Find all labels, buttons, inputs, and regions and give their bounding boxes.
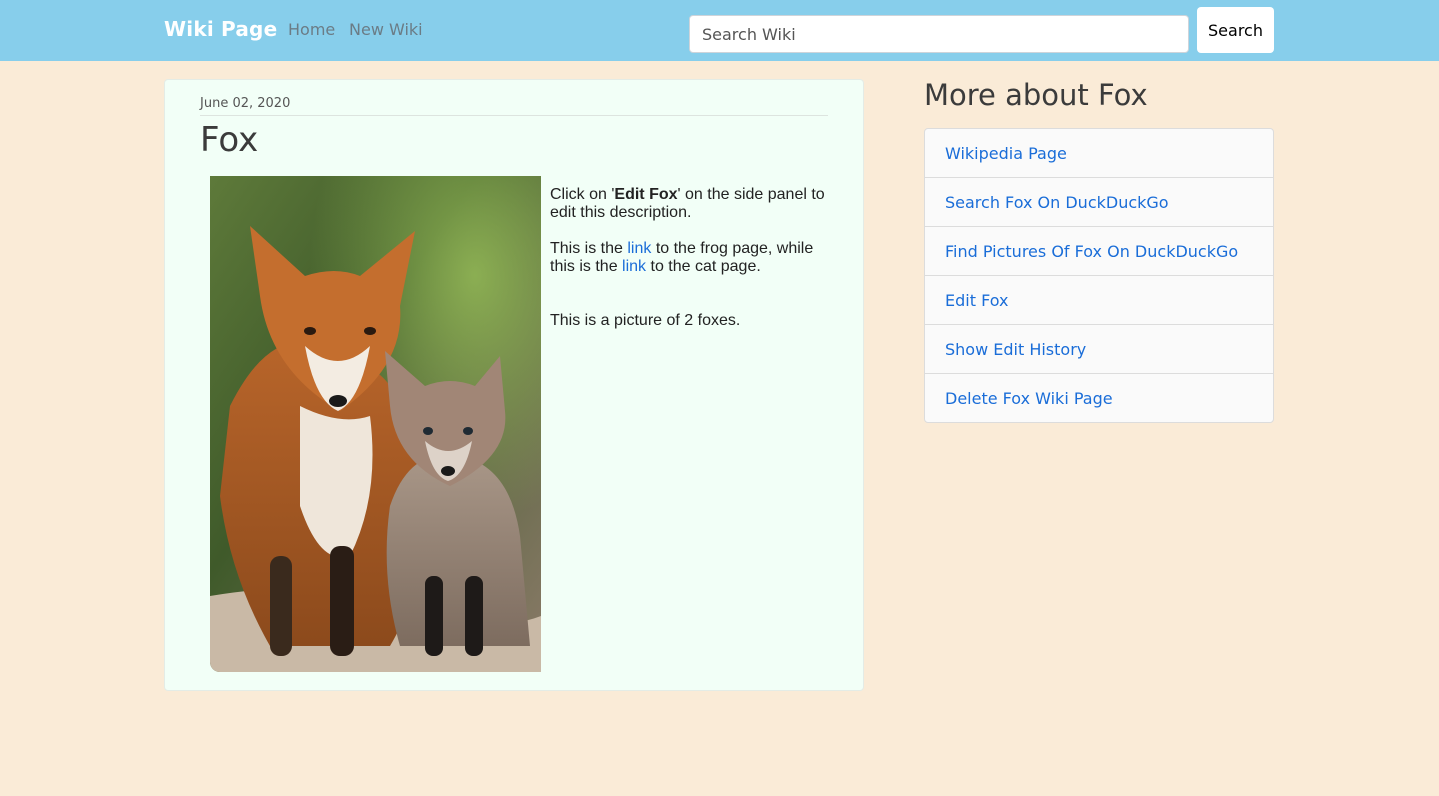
search-input[interactable] <box>689 15 1189 53</box>
article-date: June 02, 2020 <box>200 96 291 111</box>
sidebar-title: More about Fox <box>924 78 1148 112</box>
edit-instruction-text: Click on 'Edit Fox' on the side panel to… <box>550 186 825 221</box>
find-pictures-link[interactable]: Find Pictures Of Fox On DuckDuckGo <box>945 242 1238 261</box>
edit-fox-bold-text: Edit Fox <box>614 186 678 203</box>
sidebar-item-find-pictures[interactable]: Find Pictures Of Fox On DuckDuckGo <box>925 227 1273 276</box>
delete-page-link[interactable]: Delete Fox Wiki Page <box>945 389 1113 408</box>
sidebar-links: Wikipedia Page Search Fox On DuckDuckGo … <box>924 128 1274 423</box>
page-title: Fox <box>200 120 259 160</box>
brand-link[interactable]: Wiki Page <box>164 17 277 41</box>
frog-page-link[interactable]: link <box>627 240 651 257</box>
divider <box>200 115 828 116</box>
sidebar-item-delete[interactable]: Delete Fox Wiki Page <box>925 374 1273 422</box>
search-duckduckgo-link[interactable]: Search Fox On DuckDuckGo <box>945 193 1169 212</box>
article-card: June 02, 2020 Fox Click on 'Edit Fox' on… <box>164 79 864 691</box>
article-description: Click on 'Edit Fox' on the side panel to… <box>550 186 840 348</box>
edit-history-link[interactable]: Show Edit History <box>945 340 1086 359</box>
sidebar-item-history[interactable]: Show Edit History <box>925 325 1273 374</box>
sidebar-item-search-duckduckgo[interactable]: Search Fox On DuckDuckGo <box>925 178 1273 227</box>
picture-caption: This is a picture of 2 foxes. <box>550 312 741 329</box>
search-button[interactable]: Search <box>1197 7 1274 53</box>
nav-new-wiki-link[interactable]: New Wiki <box>349 20 423 39</box>
edit-fox-link[interactable]: Edit Fox <box>945 291 1008 310</box>
fox-image <box>210 176 541 672</box>
links-paragraph: This is the link to the frog page, while… <box>550 240 814 275</box>
nav-home-link[interactable]: Home <box>288 20 335 39</box>
wikipedia-link[interactable]: Wikipedia Page <box>945 144 1067 163</box>
cat-page-link[interactable]: link <box>622 258 646 275</box>
sidebar-item-wikipedia[interactable]: Wikipedia Page <box>925 129 1273 178</box>
sidebar-item-edit[interactable]: Edit Fox <box>925 276 1273 325</box>
navbar: Wiki Page Home New Wiki Search <box>0 0 1439 61</box>
